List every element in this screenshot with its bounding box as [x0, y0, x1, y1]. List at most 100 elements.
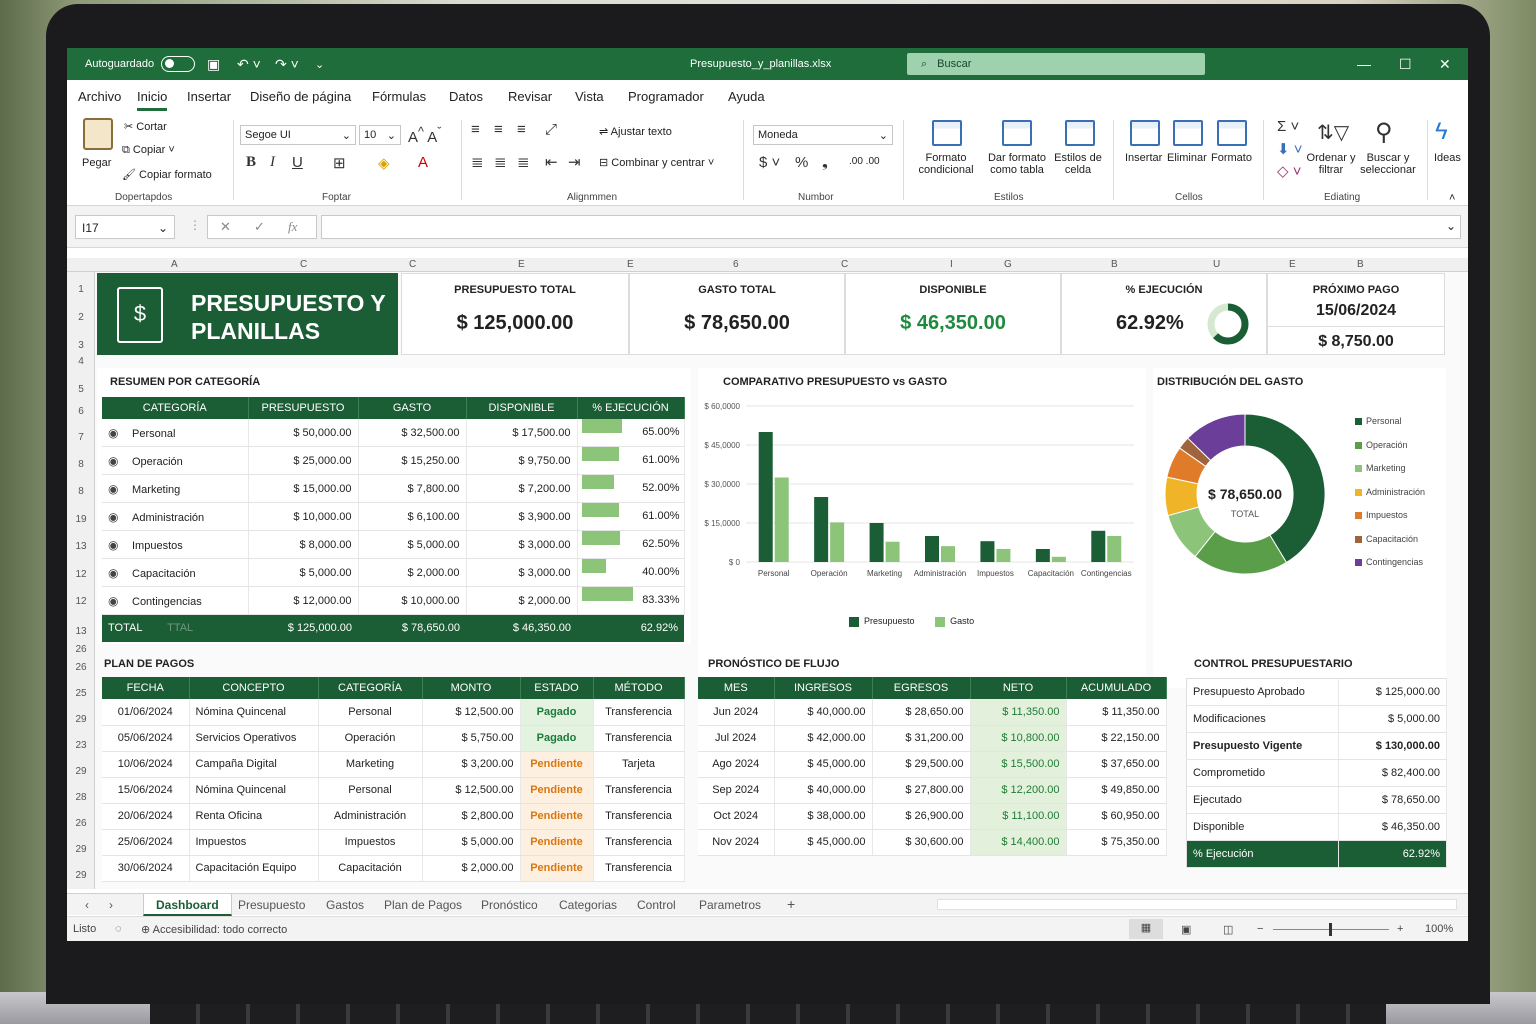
conditional-format-icon[interactable]	[932, 120, 962, 146]
table-cell[interactable]: $ 3,000.00	[466, 558, 578, 587]
page-break-view-icon[interactable]: ◫	[1223, 923, 1233, 936]
borders-icon[interactable]: ⊞	[333, 154, 346, 172]
table-cell[interactable]: Tarjeta	[593, 751, 685, 778]
column-header[interactable]: E	[1289, 259, 1296, 270]
align-bottom-icon[interactable]: ≡	[517, 121, 526, 138]
column-header[interactable]: U	[1213, 259, 1220, 270]
table-cell[interactable]: $ 40,000.00	[774, 699, 873, 726]
status-cell[interactable]: Pagado	[520, 725, 594, 752]
table-cell[interactable]: $ 46,350.00	[1338, 813, 1447, 841]
table-cell[interactable]: Marketing	[318, 751, 423, 778]
tab-formulas[interactable]: Fórmulas	[372, 89, 426, 104]
table-cell[interactable]: $ 37,650.00	[1066, 751, 1167, 778]
category-cell[interactable]: ◉ Impuestos	[102, 530, 249, 559]
table-cell[interactable]: Operación	[318, 725, 423, 752]
scroll-left-icon[interactable]: ‹	[85, 898, 89, 912]
table-cell[interactable]: $ 130,000.00	[1338, 732, 1447, 760]
row-header[interactable]: 1	[67, 284, 95, 295]
sort-filter-button[interactable]: Ordenar y filtrar	[1303, 152, 1359, 176]
table-cell[interactable]: $ 42,000.00	[774, 725, 873, 752]
row-header[interactable]: 25	[67, 688, 95, 699]
table-cell[interactable]: $ 8,000.00	[248, 530, 359, 559]
execution-cell[interactable]: 61.00%	[577, 446, 685, 475]
bar-spent[interactable]	[996, 549, 1011, 562]
table-cell[interactable]: $ 3,200.00	[422, 751, 521, 778]
table-cell[interactable]: $ 27,800.00	[872, 777, 971, 804]
column-header[interactable]: G	[1004, 259, 1012, 270]
find-select-button[interactable]: Buscar y seleccionar	[1357, 152, 1419, 176]
cancel-icon[interactable]: ✕	[220, 219, 231, 235]
row-header[interactable]: 7	[67, 432, 95, 443]
column-header[interactable]: 6	[733, 259, 739, 270]
tab-revisar[interactable]: Revisar	[508, 89, 552, 104]
number-format-select[interactable]: Moneda ⌄	[753, 125, 893, 145]
sheet-tab-gastos[interactable]: Gastos	[326, 898, 364, 912]
table-cell[interactable]: Capacitación Equipo	[189, 855, 319, 882]
autosum-icon[interactable]: Σ ˅	[1277, 118, 1299, 135]
table-cell[interactable]: Jun 2024	[698, 699, 775, 726]
table-cell[interactable]: 25/06/2024	[102, 829, 190, 856]
table-cell[interactable]: $ 15,500.00	[970, 751, 1067, 778]
table-cell[interactable]: $ 11,350.00	[1066, 699, 1167, 726]
insert-cells-icon[interactable]	[1130, 120, 1160, 146]
close-icon[interactable]: ✕	[1439, 48, 1451, 80]
paste-icon[interactable]	[83, 118, 113, 150]
table-cell[interactable]: $ 12,200.00	[970, 777, 1067, 804]
expand-formula-icon[interactable]: ⌄	[1446, 219, 1456, 233]
table-cell[interactable]: $ 17,500.00	[466, 419, 578, 447]
table-cell[interactable]: $ 45,000.00	[774, 829, 873, 856]
tab-archivo[interactable]: Archivo	[78, 89, 121, 104]
comma-icon[interactable]: ❟	[822, 154, 828, 171]
execution-cell[interactable]: 40.00%	[577, 558, 685, 587]
table-cell[interactable]: 05/06/2024	[102, 725, 190, 752]
sheet-tab-pronostico[interactable]: Pronóstico	[481, 898, 538, 912]
status-cell[interactable]: Pendiente	[520, 751, 594, 778]
table-cell[interactable]: $ 12,500.00	[422, 777, 521, 804]
underline-icon[interactable]: U	[292, 154, 303, 171]
search-box[interactable]: ⌕ Buscar	[907, 53, 1205, 75]
sheet-tab-dashboard[interactable]: Dashboard	[143, 894, 232, 916]
increase-decimal-icon[interactable]: .00 .00	[849, 156, 880, 167]
row-header[interactable]: 3	[67, 340, 95, 351]
italic-icon[interactable]: I	[270, 154, 275, 171]
table-cell[interactable]: Disponible	[1186, 813, 1339, 841]
table-cell[interactable]: Ejecutado	[1186, 786, 1339, 814]
table-cell[interactable]: Impuestos	[189, 829, 319, 856]
table-cell[interactable]: Personal	[318, 699, 423, 726]
column-header[interactable]: C	[300, 259, 307, 270]
column-header[interactable]: B	[1357, 259, 1364, 270]
execution-cell[interactable]: 52.00%	[577, 474, 685, 503]
table-cell[interactable]: % Ejecución	[1186, 840, 1339, 868]
table-cell[interactable]: $ 5,000.00	[422, 829, 521, 856]
bold-icon[interactable]: B	[246, 154, 256, 171]
save-icon[interactable]: ▣	[207, 48, 220, 80]
sheet-tab-parametros[interactable]: Parametros	[699, 898, 761, 912]
category-cell[interactable]: ◉ Operación	[102, 446, 249, 475]
tab-ayuda[interactable]: Ayuda	[728, 89, 765, 104]
bar-spent[interactable]	[1107, 536, 1122, 562]
table-cell[interactable]: 20/06/2024	[102, 803, 190, 830]
table-cell[interactable]: $ 5,000.00	[358, 530, 467, 559]
row-header[interactable]: 13	[67, 541, 95, 552]
clear-icon[interactable]: ◇ ˅	[1277, 162, 1301, 180]
tab-diseno[interactable]: Diseño de página	[250, 89, 351, 104]
tab-insertar[interactable]: Insertar	[187, 89, 231, 104]
table-cell[interactable]: Nómina Quincenal	[189, 699, 319, 726]
category-cell[interactable]: ◉ Contingencias	[102, 586, 249, 615]
orientation-icon[interactable]: ⤢	[545, 121, 557, 138]
decrease-indent-icon[interactable]: ⇤	[545, 153, 558, 171]
find-icon[interactable]: ⚲	[1375, 118, 1393, 147]
table-cell[interactable]: $ 32,500.00	[358, 419, 467, 447]
format-painter-button[interactable]: 🖌 Copiar formato	[122, 168, 212, 181]
table-cell[interactable]: $ 26,900.00	[872, 803, 971, 830]
status-cell[interactable]: Pagado	[520, 699, 594, 726]
delete-cells-button[interactable]: Eliminar	[1167, 152, 1207, 164]
row-header[interactable]: 29	[67, 766, 95, 777]
category-cell[interactable]: ◉ Marketing	[102, 474, 249, 503]
table-cell[interactable]: $ 2,000.00	[422, 855, 521, 882]
sheet-tab-plan-de-pagos[interactable]: Plan de Pagos	[384, 898, 462, 912]
row-header[interactable]: 26	[67, 662, 95, 673]
table-cell[interactable]: $ 10,000.00	[248, 502, 359, 531]
table-cell[interactable]: Transferencia	[593, 777, 685, 804]
fill-icon[interactable]: ⬇ ˅	[1277, 140, 1303, 158]
